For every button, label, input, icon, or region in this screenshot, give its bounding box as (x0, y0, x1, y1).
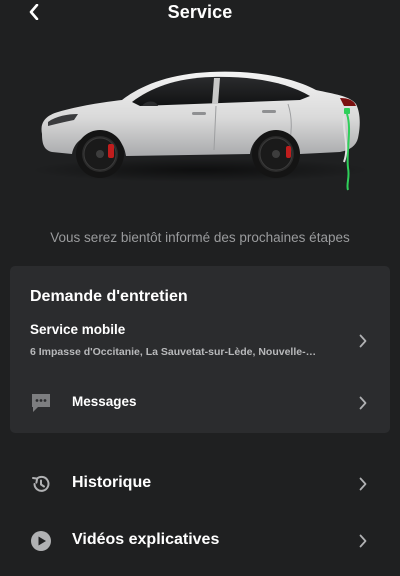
messages-label: Messages (72, 394, 137, 409)
chevron-right-icon (359, 396, 367, 410)
history-icon (32, 475, 50, 492)
play-circle-icon (31, 531, 51, 551)
videos-label: Vidéos explicatives (72, 531, 220, 548)
chevron-right-icon (359, 477, 367, 491)
history-row[interactable]: Historique (0, 462, 400, 506)
messages-row[interactable]: Messages (10, 392, 390, 418)
card-title: Demande d'entretien (30, 288, 188, 305)
mobile-service-row[interactable]: Service mobile 6 Impasse d'Occitanie, La… (10, 322, 390, 366)
history-label: Historique (72, 474, 152, 491)
top-bar: Service (0, 0, 400, 28)
chat-bubble-icon (32, 394, 50, 412)
service-screen: Service Vous serez bientôt informé des p… (0, 0, 400, 576)
service-address: 6 Impasse d'Occitanie, La Sauvetat-sur-L… (30, 346, 317, 358)
videos-row[interactable]: Vidéos explicatives (0, 519, 400, 563)
chevron-right-icon (359, 534, 367, 548)
vehicle-image (0, 50, 400, 200)
service-request-card: Demande d'entretien Service mobile 6 Imp… (10, 266, 390, 433)
chevron-right-icon (359, 334, 367, 348)
page-title: Service (167, 2, 233, 22)
status-message: Vous serez bientôt informé des prochaine… (50, 230, 350, 245)
mobile-service-title: Service mobile (30, 322, 126, 337)
